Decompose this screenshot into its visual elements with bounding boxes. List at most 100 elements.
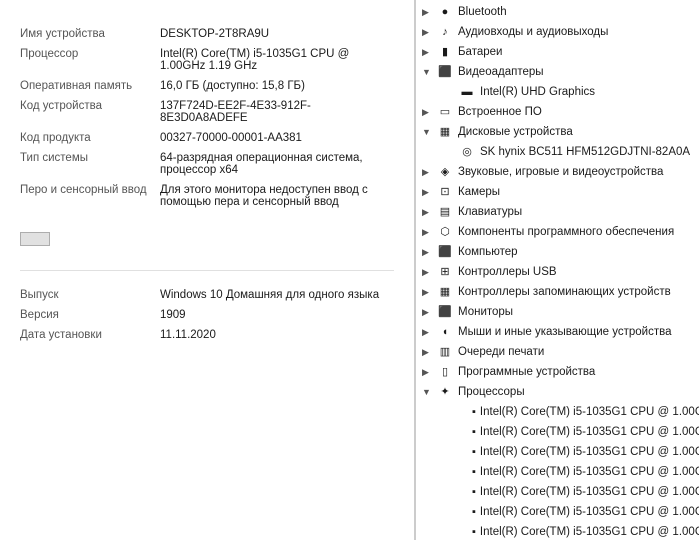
tree-item[interactable]: ▤Клавиатуры xyxy=(416,202,699,222)
field-value: DESKTOP-2T8RA9U xyxy=(160,24,394,44)
device-field-row: Перо и сенсорный вводДля этого монитора … xyxy=(20,180,394,212)
tree-label: Intel(R) Core(TM) i5-1035G1 CPU @ 1.00GH… xyxy=(480,426,699,438)
tree-arrow xyxy=(422,267,436,278)
tree-item[interactable]: ▪Intel(R) Core(TM) i5-1035G1 CPU @ 1.00G… xyxy=(416,462,699,482)
tree-label: Контроллеры запоминающих устройств xyxy=(458,286,671,298)
tree-item[interactable]: ⬡Компоненты программного обеспечения xyxy=(416,222,699,242)
tree-item[interactable]: ▭ Встроенное ПО xyxy=(416,102,699,122)
tree-arrow xyxy=(422,27,436,38)
field-label: Оперативная память xyxy=(20,76,160,96)
tree-item[interactable]: ▪Intel(R) Core(TM) i5-1035G1 CPU @ 1.00G… xyxy=(416,502,699,522)
right-panel: ● Bluetooth ♪Аудиовходы и аудиовыходы ▮ Бата… xyxy=(415,0,699,540)
tree-item[interactable]: ▥ Очереди печати xyxy=(416,342,699,362)
field-label: Код продукта xyxy=(20,128,160,148)
tree-item[interactable]: ✦Процессоры xyxy=(416,382,699,402)
tree-item[interactable]: ⊡Камеры xyxy=(416,182,699,202)
device-field-row: Оперативная память16,0 ГБ (доступно: 15,… xyxy=(20,76,394,96)
tree-item[interactable]: ▦Дисковые устройства xyxy=(416,122,699,142)
tree-icon: ◎ xyxy=(458,144,476,160)
tree-arrow xyxy=(422,247,436,258)
tree-item[interactable]: ▦ Контроллеры запоминающих устройств xyxy=(416,282,699,302)
tree-arrow xyxy=(422,7,436,18)
tree-icon: ▬ xyxy=(458,84,476,100)
tree-arrow xyxy=(422,127,436,137)
tree-arrow xyxy=(422,307,436,318)
field-value: Intel(R) Core(TM) i5-1035G1 CPU @ 1.00GH… xyxy=(160,44,394,76)
tree-item[interactable]: ⬛ Компьютер xyxy=(416,242,699,262)
tree-item[interactable]: ◈Звуковые, игровые и видеоустройства xyxy=(416,162,699,182)
tree-icon: ⬛ xyxy=(436,64,454,80)
tree-label: Мыши и иные указывающие устройства xyxy=(458,326,672,338)
tree-item[interactable]: ♪Аудиовходы и аудиовыходы xyxy=(416,22,699,42)
tree-label: Intel(R) Core(TM) i5-1035G1 CPU @ 1.00GH… xyxy=(480,406,699,418)
tree-arrow xyxy=(422,287,436,298)
tree-item[interactable]: ⊞Контроллеры USB xyxy=(416,262,699,282)
field-value: 64-разрядная операционная система, проце… xyxy=(160,148,394,180)
tree-label: Bluetooth xyxy=(458,6,507,18)
tree-icon: ▭ xyxy=(436,104,454,120)
windows-field-row: ВыпускWindows 10 Домашняя для одного язы… xyxy=(20,285,394,305)
device-info-table: Имя устройстваDESKTOP-2T8RA9UПроцессорIn… xyxy=(20,24,394,212)
tree-label: Видеоадаптеры xyxy=(458,66,544,78)
tree-label: Intel(R) Core(TM) i5-1035G1 CPU @ 1.00GH… xyxy=(480,526,699,538)
field-label: Процессор xyxy=(20,44,160,76)
tree-label: Очереди печати xyxy=(458,346,544,358)
tree-label: Контроллеры USB xyxy=(458,266,557,278)
field-label: Тип системы xyxy=(20,148,160,180)
device-field-row: Имя устройстваDESKTOP-2T8RA9U xyxy=(20,24,394,44)
tree-item[interactable]: ⬛ Видеоадаптеры xyxy=(416,62,699,82)
tree-arrow xyxy=(422,227,436,238)
tree-item[interactable]: ▪Intel(R) Core(TM) i5-1035G1 CPU @ 1.00G… xyxy=(416,402,699,422)
tree-label: Intel(R) UHD Graphics xyxy=(480,86,595,98)
field-label: Имя устройства xyxy=(20,24,160,44)
tree-icon: ▪ xyxy=(472,484,476,500)
tree-item[interactable]: ◖ Мыши и иные указывающие устройства xyxy=(416,322,699,342)
tree-label: Компоненты программного обеспечения xyxy=(458,226,674,238)
tree-icon: ▪ xyxy=(472,524,476,540)
tree-label: Компьютер xyxy=(458,246,518,258)
tree-item[interactable]: ▪Intel(R) Core(TM) i5-1035G1 CPU @ 1.00G… xyxy=(416,442,699,462)
tree-icon: ▦ xyxy=(436,124,454,140)
tree-item[interactable]: ⬛Мониторы xyxy=(416,302,699,322)
tree-icon: ◖ xyxy=(436,324,454,340)
device-field-row: Код устройства137F724D-EE2F-4E33-912F-8E… xyxy=(20,96,394,128)
field-label: Код устройства xyxy=(20,96,160,128)
device-field-row: Код продукта00327-70000-00001-AA381 xyxy=(20,128,394,148)
field-value: Windows 10 Домашняя для одного языка xyxy=(160,285,394,305)
tree-icon: ⬛ xyxy=(436,244,454,260)
tree-arrow xyxy=(422,367,436,378)
tree-icon: ▦ xyxy=(436,284,454,300)
tree-item[interactable]: ▯Программные устройства xyxy=(416,362,699,382)
device-field-row: Тип системы64-разрядная операционная сис… xyxy=(20,148,394,180)
tree-label: Камеры xyxy=(458,186,500,198)
tree-icon: ▮ xyxy=(436,44,454,60)
tree-item[interactable]: ◎ SK hynix BC511 HFM512GDJTNI-82A0A xyxy=(416,142,699,162)
tree-item[interactable]: ▪Intel(R) Core(TM) i5-1035G1 CPU @ 1.00G… xyxy=(416,482,699,502)
tree-icon: ▥ xyxy=(436,344,454,360)
tree-label: Батареи xyxy=(458,46,502,58)
tree-label: SK hynix BC511 HFM512GDJTNI-82A0A xyxy=(480,146,690,158)
tree-item[interactable]: ▪ Intel(R) Core(TM) i5-1035G1 CPU @ 1.00G… xyxy=(416,522,699,540)
tree-label: Мониторы xyxy=(458,306,513,318)
windows-field-row: Версия1909 xyxy=(20,305,394,325)
field-value: Для этого монитора недоступен ввод с пом… xyxy=(160,180,394,212)
section-divider xyxy=(20,270,394,271)
tree-label: Встроенное ПО xyxy=(458,106,542,118)
tree-arrow xyxy=(422,47,436,58)
field-label: Выпуск xyxy=(20,285,160,305)
device-field-row: ПроцессорIntel(R) Core(TM) i5-1035G1 CPU… xyxy=(20,44,394,76)
tree-item[interactable]: ▬ Intel(R) UHD Graphics xyxy=(416,82,699,102)
tree-label: Программные устройства xyxy=(458,366,595,378)
field-label: Дата установки xyxy=(20,325,160,345)
field-value: 00327-70000-00001-AA381 xyxy=(160,128,394,148)
tree-label: Intel(R) Core(TM) i5-1035G1 CPU @ 1.00GH… xyxy=(480,466,699,478)
tree-item[interactable]: ▪Intel(R) Core(TM) i5-1035G1 CPU @ 1.00G… xyxy=(416,422,699,442)
tree-icon: ● xyxy=(436,4,454,20)
field-value: 137F724D-EE2F-4E33-912F-8E3D0A8ADEFE xyxy=(160,96,394,128)
rename-button[interactable] xyxy=(20,232,50,246)
tree-label: Звуковые, игровые и видеоустройства xyxy=(458,166,663,178)
tree-item[interactable]: ▮ Батареи xyxy=(416,42,699,62)
tree-arrow xyxy=(422,187,436,198)
tree-item[interactable]: ● Bluetooth xyxy=(416,2,699,22)
tree-label: Клавиатуры xyxy=(458,206,522,218)
